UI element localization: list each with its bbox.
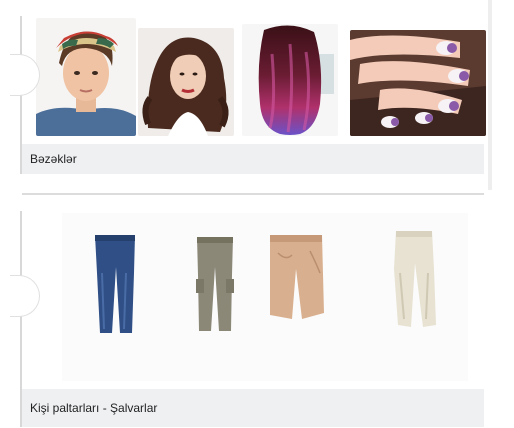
- girl-headscarf-photo[interactable]: [36, 18, 136, 136]
- section-divider: [22, 193, 484, 195]
- category-title: Kişi paltarları - Şalvarlar: [30, 401, 158, 415]
- ombre-hair-photo[interactable]: [242, 24, 338, 136]
- carousel-prev-button[interactable]: [10, 275, 40, 317]
- beige-shorts-photo[interactable]: [266, 233, 326, 323]
- category-title: Bəzəklər: [30, 152, 77, 166]
- card-edge: [488, 0, 492, 190]
- category-caption[interactable]: Bəzəklər: [22, 144, 484, 174]
- cream-trousers-photo[interactable]: [390, 229, 438, 329]
- curly-hair-photo[interactable]: [138, 28, 234, 136]
- category-caption[interactable]: Kişi paltarları - Şalvarlar: [22, 389, 484, 427]
- blue-jeans-photo[interactable]: [92, 233, 138, 335]
- cargo-pants-photo[interactable]: [194, 235, 236, 333]
- nail-art-photo[interactable]: [350, 30, 486, 136]
- thumbnail-strip: [62, 213, 468, 381]
- catalog-page: Bəzəklər Kişi paltarları - Şalvarlar: [0, 0, 514, 428]
- category-card-adornments[interactable]: Bəzəklər: [10, 16, 486, 174]
- category-card-mens-trousers[interactable]: Kişi paltarları - Şalvarlar: [10, 211, 484, 427]
